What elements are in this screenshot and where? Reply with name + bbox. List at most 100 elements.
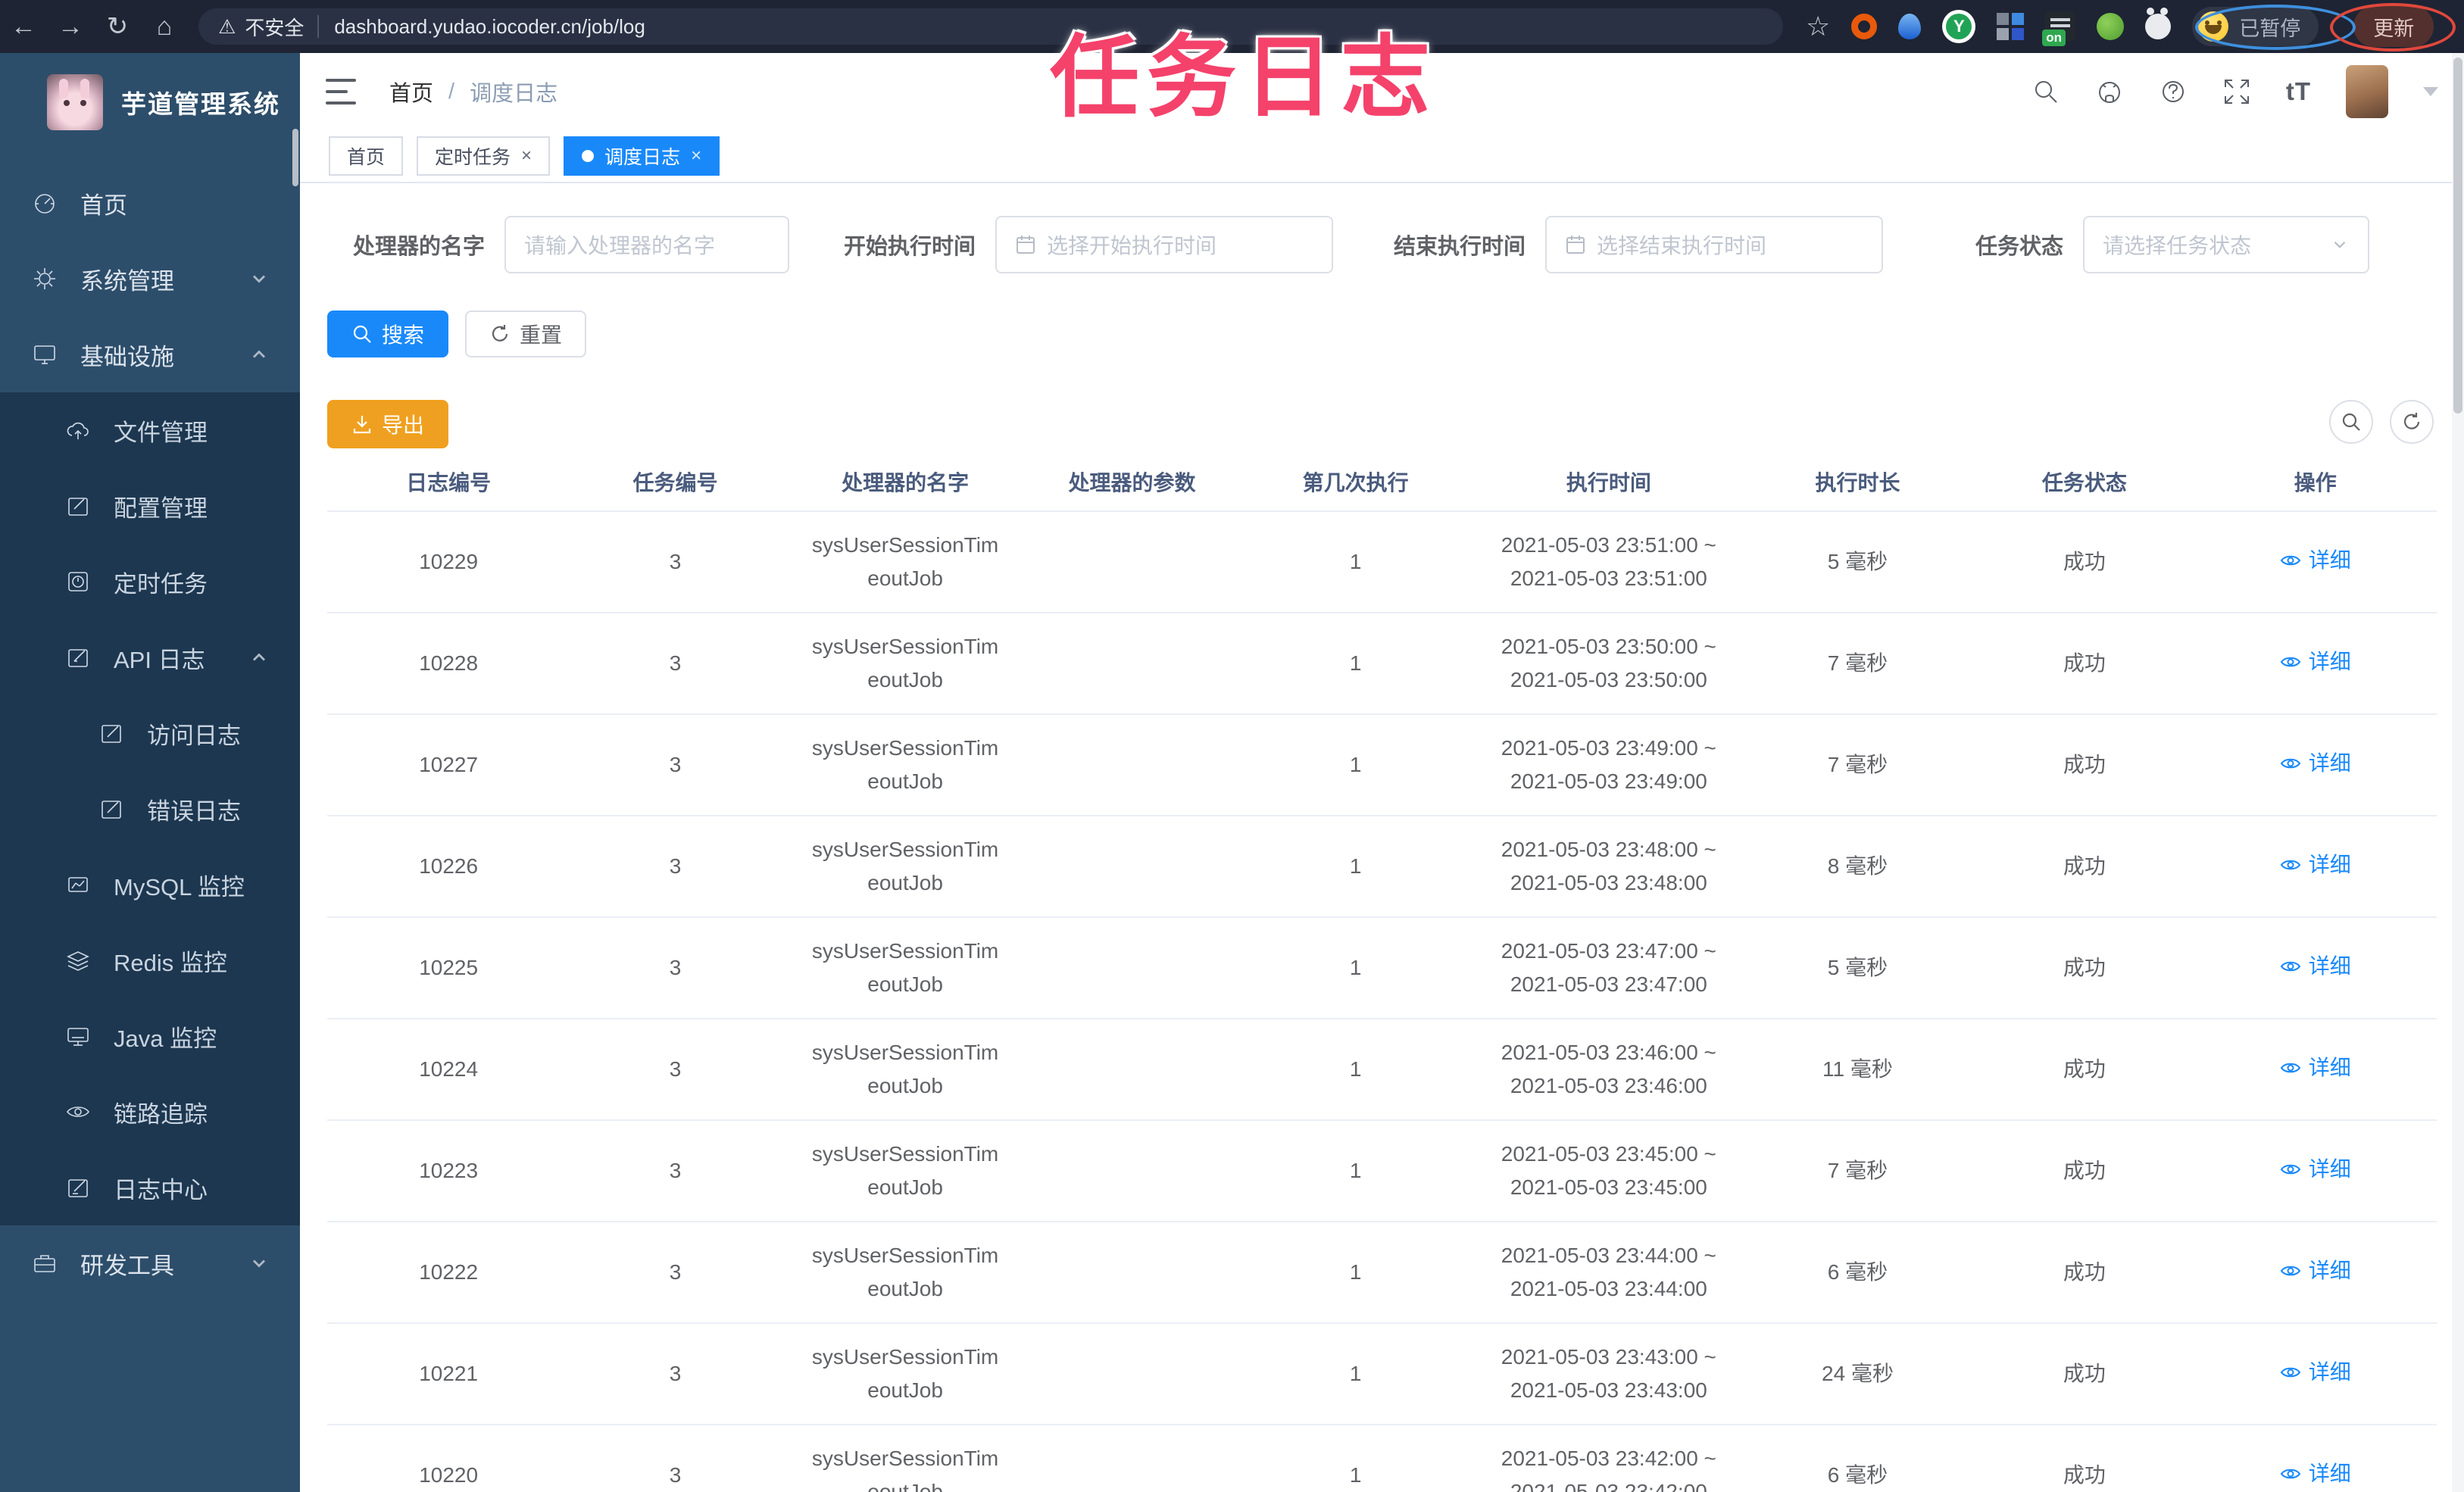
cell-job-id: 3 (669, 550, 682, 573)
cell-actions: 详细 (2194, 1051, 2437, 1088)
fullscreen-icon[interactable] (2222, 77, 2251, 106)
cell-retry-index: 1 (1349, 1362, 1362, 1385)
user-avatar[interactable] (2346, 65, 2388, 118)
sidebar-scrollbar-thumb[interactable] (292, 129, 298, 186)
cell-retry-index: 1 (1349, 1057, 1362, 1081)
sidebar-item-error-log[interactable]: 错误日志 (0, 771, 300, 847)
extension-drop-icon[interactable] (1898, 14, 1922, 39)
extension-on-badge-icon[interactable]: on (2042, 11, 2076, 46)
sidebar-item-api-log[interactable]: API 日志 (0, 620, 300, 695)
cell-exec-time: 2021-05-03 23:47:00 ~ 2021-05-03 23:47:0… (1501, 939, 1716, 996)
search-button[interactable]: 搜索 (327, 311, 449, 357)
tag-home[interactable]: 首页 (329, 136, 404, 176)
cell-retry-index: 1 (1349, 1463, 1362, 1487)
detail-link[interactable]: 详细 (2280, 950, 2351, 983)
extension-orange-icon[interactable] (1851, 14, 1878, 39)
start-time-picker[interactable]: 选择开始执行时间 (995, 216, 1334, 273)
profile-paused-chip[interactable]: 已暂停 (2192, 7, 2319, 46)
detail-link[interactable]: 详细 (2280, 1153, 2351, 1186)
detail-link[interactable]: 详细 (2280, 848, 2351, 882)
extension-paw-icon[interactable] (2145, 8, 2172, 39)
back-icon[interactable]: ← (0, 12, 47, 42)
detail-link[interactable]: 详细 (2280, 544, 2351, 577)
sidebar-item-system[interactable]: 系统管理 (0, 241, 300, 317)
calendar-icon (1017, 236, 1035, 254)
cell-job-id: 3 (669, 651, 682, 675)
cell-exec-time: 2021-05-03 23:49:00 ~ 2021-05-03 23:49:0… (1501, 736, 1716, 793)
table-header-cell: 日志编号 (406, 471, 492, 495)
cell-status: 成功 (2063, 854, 2106, 878)
home-icon[interactable]: ⌂ (141, 12, 188, 42)
table-header-cell: 操作 (2294, 471, 2337, 495)
breadcrumb-home[interactable]: 首页 (389, 76, 433, 108)
cell-status: 成功 (2063, 1057, 2106, 1081)
toggle-search-button[interactable] (2329, 400, 2373, 444)
handler-name-input[interactable]: 请输入处理器的名字 (504, 216, 790, 273)
table-row: 10225 3 sysUserSessionTim eoutJob 1 2021… (327, 918, 2437, 1019)
cell-duration: 8 毫秒 (1827, 854, 1888, 878)
cell-log-id: 10222 (419, 1260, 479, 1284)
end-time-label: 结束执行时间 (1394, 235, 1526, 259)
extension-green-y-icon[interactable]: Y (1942, 10, 1976, 43)
detail-link[interactable]: 详细 (2280, 1051, 2351, 1085)
hamburger-icon[interactable] (326, 79, 356, 105)
sidebar-item-mysql-monitor[interactable]: MySQL 监控 (0, 847, 300, 922)
search-icon[interactable] (2031, 77, 2060, 106)
eye-icon (2280, 1063, 2301, 1072)
reset-button[interactable]: 重置 (465, 311, 587, 357)
page-scrollbar-thumb[interactable] (2453, 58, 2462, 414)
detail-link[interactable]: 详细 (2280, 1254, 2351, 1288)
sidebar-item-scheduled-jobs[interactable]: 定时任务 (0, 544, 300, 620)
cell-exec-time: 2021-05-03 23:42:00 ~ 2021-05-03 23:42:0… (1501, 1447, 1716, 1492)
address-bar[interactable]: ⚠ 不安全 dashboard.yudao.iocoder.cn/job/log (198, 8, 1783, 45)
end-time-picker[interactable]: 选择结束执行时间 (1545, 216, 1884, 273)
github-icon[interactable] (2095, 77, 2124, 106)
sidebar: 芋道管理系统 首页 系统管理 基础设施 文件管理 配置管理 定时任务 API 日… (0, 53, 300, 1492)
browser-update-button[interactable]: 更新 (2353, 6, 2434, 47)
profile-emoji-avatar (2198, 11, 2229, 42)
help-icon[interactable] (2159, 77, 2188, 106)
tag-scheduled-jobs[interactable]: 定时任务 × (417, 136, 551, 176)
cell-duration: 5 毫秒 (1827, 550, 1888, 573)
sidebar-item-home[interactable]: 首页 (0, 165, 300, 241)
detail-link[interactable]: 详细 (2280, 645, 2351, 679)
tag-close-icon[interactable]: × (521, 147, 532, 165)
extension-grid-icon[interactable] (1997, 13, 2025, 40)
detail-link[interactable]: 详细 (2280, 747, 2351, 780)
cell-handler-name: sysUserSessionTim eoutJob (811, 635, 999, 691)
sidebar-item-infrastructure[interactable]: 基础设施 (0, 317, 300, 392)
font-size-icon[interactable]: tT (2286, 77, 2311, 106)
table-row: 10224 3 sysUserSessionTim eoutJob 1 2021… (327, 1019, 2437, 1121)
page-scrollbar[interactable] (2452, 53, 2464, 1492)
cell-actions: 详细 (2194, 950, 2437, 987)
sidebar-item-file-manage[interactable]: 文件管理 (0, 392, 300, 468)
cell-actions: 详细 (2194, 1457, 2437, 1492)
sidebar-item-redis-monitor[interactable]: Redis 监控 (0, 922, 300, 998)
sidebar-item-log-center[interactable]: 日志中心 (0, 1150, 300, 1225)
job-status-select[interactable]: 请选择任务状态 (2083, 216, 2370, 273)
extension-leaf-icon[interactable] (2097, 13, 2125, 40)
export-button[interactable]: 导出 (327, 400, 449, 448)
edit-square-icon (68, 649, 88, 667)
reload-icon[interactable]: ↻ (94, 11, 141, 42)
cell-duration: 24 毫秒 (1822, 1362, 1894, 1385)
app-logo[interactable]: 芋道管理系统 (0, 53, 300, 138)
detail-link[interactable]: 详细 (2280, 1356, 2351, 1389)
tag-job-log-active[interactable]: 调度日志 × (564, 136, 720, 176)
top-header: 首页 / 调度日志 tT (300, 53, 2464, 130)
sidebar-item-trace[interactable]: 链路追踪 (0, 1074, 300, 1150)
sidebar-item-config-manage[interactable]: 配置管理 (0, 468, 300, 544)
cell-log-id: 10221 (419, 1362, 479, 1385)
bookmark-star-icon[interactable]: ☆ (1806, 11, 1830, 42)
sidebar-item-dev-tools[interactable]: 研发工具 (0, 1225, 300, 1301)
edit-square-icon (101, 801, 121, 819)
toolbox-icon (34, 1255, 55, 1272)
forward-icon[interactable]: → (47, 12, 94, 42)
detail-link[interactable]: 详细 (2280, 1457, 2351, 1490)
refresh-table-button[interactable] (2390, 400, 2434, 444)
chevron-up-icon (253, 350, 265, 358)
sidebar-item-access-log[interactable]: 访问日志 (0, 695, 300, 771)
avatar-caret-down-icon[interactable] (2423, 87, 2438, 96)
tag-close-icon[interactable]: × (691, 147, 701, 165)
sidebar-item-java-monitor[interactable]: Java 监控 (0, 998, 300, 1074)
